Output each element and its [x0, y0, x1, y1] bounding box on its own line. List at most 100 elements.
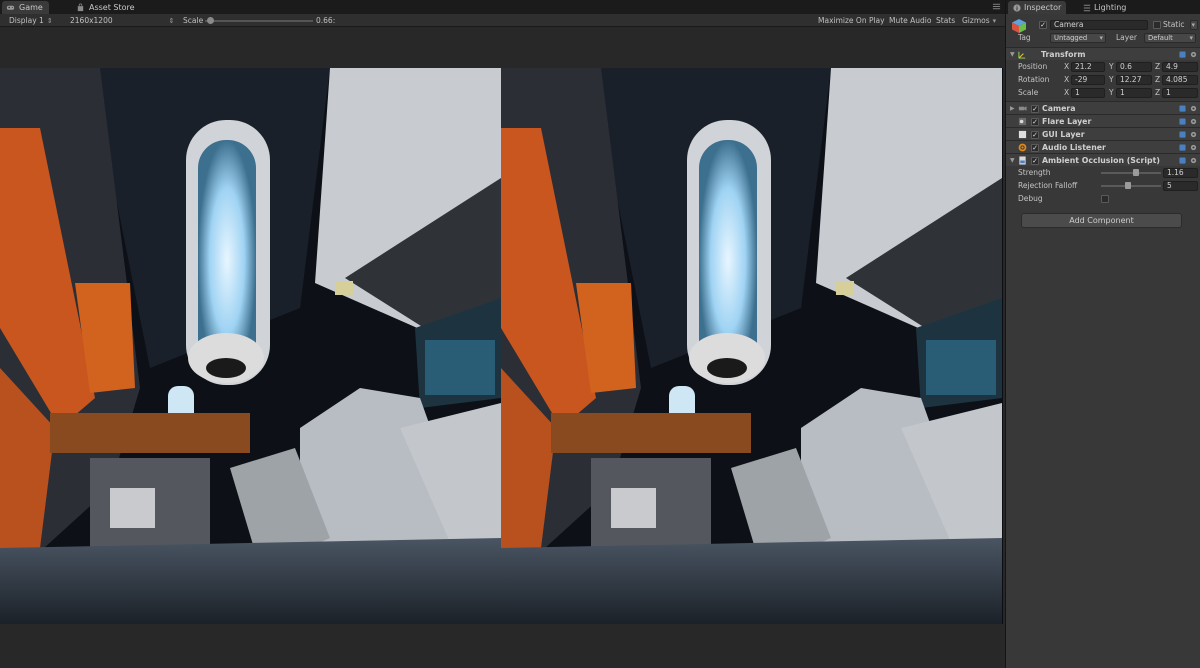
info-icon: [1013, 3, 1021, 12]
rejection-falloff-value-field[interactable]: 5: [1163, 180, 1198, 191]
transform-header[interactable]: ▼ Transform: [1006, 47, 1200, 60]
tab-lighting[interactable]: Lighting: [1078, 1, 1131, 14]
object-name-row: ✓ Camera Static: [1006, 18, 1200, 31]
scene-illustration: [501, 68, 1002, 624]
scale-y-field[interactable]: 1: [1116, 87, 1152, 98]
gui-layer-component-header[interactable]: ✓ GUI Layer: [1006, 127, 1200, 140]
panel-menu-icon[interactable]: [992, 2, 1001, 11]
resolution-value: 2160x1200: [70, 16, 113, 25]
tab-game[interactable]: Game: [2, 1, 49, 14]
scene-illustration: [0, 68, 501, 624]
scale-slider-track[interactable]: [205, 20, 313, 22]
audio-listener-enabled-checkbox[interactable]: ✓: [1031, 143, 1039, 152]
audio-listener-icon: [1018, 143, 1027, 152]
object-name-field[interactable]: Camera: [1050, 19, 1148, 30]
scale-slider-thumb[interactable]: [207, 17, 215, 24]
ambient-occlusion-enabled-checkbox[interactable]: ✓: [1031, 156, 1039, 165]
maximize-on-play-toggle[interactable]: Maximize On Play: [818, 14, 885, 27]
unity-editor: Game Asset Store Display 1 ⇕ 2160x1200 ⇕ S…: [0, 0, 1200, 668]
help-book-icon[interactable]: [1179, 144, 1186, 151]
debug-checkbox[interactable]: [1101, 194, 1109, 203]
game-toolbar: Display 1 ⇕ 2160x1200 ⇕ Scale 0.66: Maximi…: [0, 14, 1005, 27]
rotation-row: Rotation X -29 Y 12.27 Z 4.085: [1006, 73, 1200, 86]
ambient-occlusion-component-header[interactable]: ▼ ✓ Ambient Occlusion (Script): [1006, 153, 1200, 166]
scale-value: 0.66:: [316, 16, 336, 25]
camera-enabled-checkbox[interactable]: ✓: [1031, 104, 1039, 113]
debug-row: Debug: [1006, 192, 1200, 205]
gizmos-dropdown[interactable]: Gizmos ▾: [962, 14, 996, 27]
tab-lighting-label: Lighting: [1094, 3, 1127, 12]
gear-icon[interactable]: [1190, 131, 1197, 138]
add-component-button[interactable]: Add Component: [1021, 213, 1182, 228]
help-book-icon[interactable]: [1179, 131, 1186, 138]
strength-slider-thumb[interactable]: [1132, 169, 1139, 176]
axis-z-label: Z: [1155, 88, 1161, 97]
lighting-icon: [1083, 4, 1091, 11]
gear-icon[interactable]: [1190, 144, 1197, 151]
help-book-icon[interactable]: [1179, 157, 1186, 164]
rejection-falloff-label: Rejection Falloff: [1018, 181, 1078, 190]
gear-icon[interactable]: [1190, 105, 1197, 112]
tab-inspector[interactable]: Inspector: [1008, 1, 1067, 14]
rotation-label: Rotation: [1018, 75, 1050, 84]
position-y-field[interactable]: 0.6: [1116, 61, 1152, 72]
game-controller-icon: [6, 5, 15, 10]
tag-dropdown[interactable]: Untagged: [1050, 32, 1106, 43]
transform-icon: [1018, 51, 1026, 59]
axis-z-label: Z: [1155, 62, 1161, 71]
camera-component-header[interactable]: ▶ ✓ Camera: [1006, 101, 1200, 114]
gui-icon: [1018, 130, 1027, 139]
strength-slider-track[interactable]: [1101, 172, 1161, 174]
axis-z-label: Z: [1155, 75, 1161, 84]
position-z-field[interactable]: 4.9: [1162, 61, 1198, 72]
help-book-icon[interactable]: [1179, 118, 1186, 125]
gear-icon[interactable]: [1190, 157, 1197, 164]
gear-icon[interactable]: [1190, 118, 1197, 125]
layer-dropdown[interactable]: Default: [1144, 32, 1196, 43]
static-checkbox[interactable]: [1153, 20, 1161, 29]
rotation-y-field[interactable]: 12.27: [1116, 74, 1152, 85]
static-dropdown[interactable]: [1190, 19, 1198, 30]
help-book-icon[interactable]: [1179, 51, 1186, 58]
rotation-z-field[interactable]: 4.085: [1162, 74, 1198, 85]
tab-inspector-label: Inspector: [1024, 3, 1062, 12]
axis-x-label: X: [1064, 75, 1070, 84]
strength-label: Strength: [1018, 168, 1051, 177]
static-label: Static: [1163, 20, 1185, 29]
game-tabbar: Game Asset Store: [0, 0, 1005, 14]
tab-asset-store-label: Asset Store: [89, 2, 135, 12]
game-viewport[interactable]: [0, 68, 1003, 624]
position-label: Position: [1018, 62, 1048, 71]
display-dropdown[interactable]: Display 1 ⇕: [9, 14, 53, 27]
scale-x-field[interactable]: 1: [1071, 87, 1105, 98]
chevron-down-icon: ▾: [992, 17, 997, 25]
rejection-falloff-slider-thumb[interactable]: [1125, 182, 1131, 189]
axis-y-label: Y: [1109, 88, 1114, 97]
strength-value-field[interactable]: 1.16: [1163, 167, 1198, 178]
strength-row: Strength 1.16: [1006, 166, 1200, 179]
object-active-checkbox[interactable]: ✓: [1039, 20, 1047, 29]
position-row: Position X 21.2 Y 0.6 Z 4.9: [1006, 60, 1200, 73]
scale-label: Scale: [183, 16, 204, 25]
gui-layer-enabled-checkbox[interactable]: ✓: [1031, 130, 1039, 139]
camera-icon: [1018, 106, 1027, 111]
rotation-x-field[interactable]: -29: [1071, 74, 1105, 85]
stats-toggle[interactable]: Stats: [936, 14, 955, 27]
flare-layer-component-header[interactable]: ✓ Flare Layer: [1006, 114, 1200, 127]
tab-asset-store[interactable]: Asset Store: [72, 1, 141, 14]
axis-y-label: Y: [1109, 62, 1114, 71]
scale-z-field[interactable]: 1: [1162, 87, 1198, 98]
flare-icon: [1018, 117, 1027, 126]
rejection-falloff-slider-track[interactable]: [1101, 185, 1161, 187]
resolution-dropdown[interactable]: 2160x1200 ⇕: [70, 14, 175, 27]
shopping-bag-icon: [77, 3, 84, 12]
mute-audio-toggle[interactable]: Mute Audio: [889, 14, 931, 27]
audio-listener-component-header[interactable]: ✓ Audio Listener: [1006, 140, 1200, 153]
help-book-icon[interactable]: [1179, 105, 1186, 112]
debug-label: Debug: [1018, 194, 1043, 203]
gear-icon[interactable]: [1190, 51, 1197, 58]
position-x-field[interactable]: 21.2: [1071, 61, 1105, 72]
game-panel: Game Asset Store Display 1 ⇕ 2160x1200 ⇕ S…: [0, 0, 1005, 668]
flare-layer-enabled-checkbox[interactable]: ✓: [1031, 117, 1039, 126]
inspector-tabbar: Inspector Lighting: [1006, 0, 1200, 14]
